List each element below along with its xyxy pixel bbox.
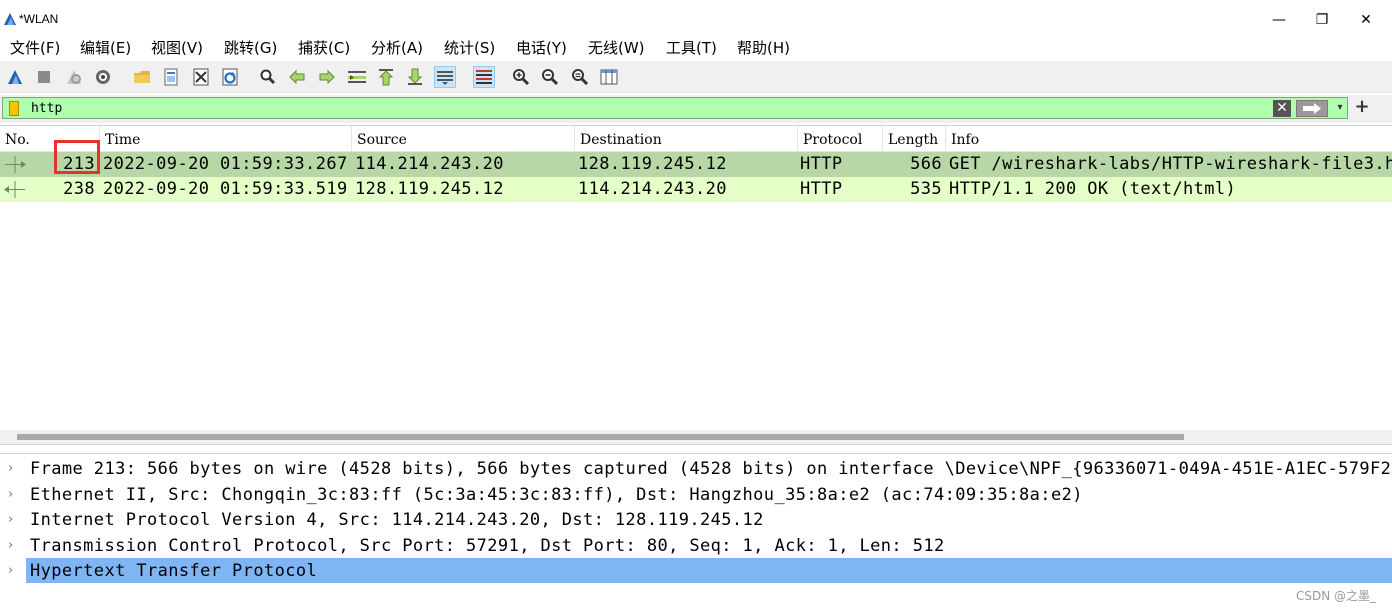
details-item-label: Frame 213: 566 bytes on wire (4528 bits)… xyxy=(30,459,1392,479)
autoscroll-icon[interactable] xyxy=(434,66,456,88)
start-capture-icon[interactable] xyxy=(4,66,26,88)
packet-info: HTTP/1.1 200 OK (text/html) xyxy=(949,179,1237,199)
filter-history-dropdown[interactable]: ▾ xyxy=(1333,102,1347,116)
packet-list-header: No. Time Source Destination Protocol Len… xyxy=(0,126,1392,152)
zoom-normal-icon[interactable] xyxy=(569,66,591,88)
packet-list-horizontal-scrollbar[interactable] xyxy=(0,430,1392,444)
expand-chevron-icon[interactable]: › xyxy=(8,533,13,558)
details-tree-item[interactable]: › Internet Protocol Version 4, Src: 114.… xyxy=(0,507,1392,532)
menu-wireless[interactable]: 无线(W) xyxy=(588,37,645,58)
close-file-icon[interactable] xyxy=(190,66,212,88)
save-file-icon[interactable] xyxy=(160,66,182,88)
display-filter-value: http xyxy=(31,101,63,116)
menu-capture[interactable]: 捕获(C) xyxy=(298,37,350,58)
scrollbar-thumb[interactable] xyxy=(17,434,1184,440)
packet-length: 566 xyxy=(910,154,942,174)
bookmark-icon[interactable] xyxy=(9,101,19,116)
details-tree-item[interactable]: › Transmission Control Protocol, Src Por… xyxy=(0,533,1392,558)
menu-view[interactable]: 视图(V) xyxy=(151,37,203,58)
stop-capture-icon[interactable] xyxy=(33,66,55,88)
packet-source: 128.119.245.12 xyxy=(355,179,504,199)
colorize-icon[interactable] xyxy=(473,66,495,88)
clear-filter-button[interactable]: ✕ xyxy=(1273,100,1291,117)
details-tree-item[interactable]: › Ethernet II, Src: Chongqin_3c:83:ff (5… xyxy=(0,482,1392,507)
go-back-icon[interactable] xyxy=(286,66,308,88)
packet-details-tree: › Frame 213: 566 bytes on wire (4528 bit… xyxy=(0,453,1392,612)
packet-row[interactable]: 238 2022-09-20 01:59:33.519 128.119.245.… xyxy=(0,177,1392,202)
arrow-right-icon xyxy=(1303,103,1321,114)
capture-options-icon[interactable] xyxy=(92,66,114,88)
details-item-label: Internet Protocol Version 4, Src: 114.21… xyxy=(30,510,764,530)
zoom-in-icon[interactable] xyxy=(510,66,532,88)
packet-length: 535 xyxy=(910,179,942,199)
maximize-button[interactable]: ❐ xyxy=(1312,10,1332,30)
go-first-icon[interactable] xyxy=(375,66,397,88)
restart-capture-icon[interactable] xyxy=(63,66,85,88)
menu-telephony[interactable]: 电话(Y) xyxy=(516,37,567,58)
packet-source: 114.214.243.20 xyxy=(355,154,504,174)
go-to-packet-icon[interactable] xyxy=(346,66,368,88)
details-item-label: Hypertext Transfer Protocol xyxy=(30,561,318,581)
menu-help[interactable]: 帮助(H) xyxy=(737,37,790,58)
packet-time: 2022-09-20 01:59:33.519 xyxy=(103,179,348,199)
go-last-icon[interactable] xyxy=(404,66,426,88)
menu-statistics[interactable]: 统计(S) xyxy=(444,37,495,58)
packet-row[interactable]: 213 2022-09-20 01:59:33.267 114.214.243.… xyxy=(0,152,1392,177)
menu-bar: 文件(F) 编辑(E) 视图(V) 跳转(G) 捕获(C) 分析(A) 统计(S… xyxy=(0,34,1392,58)
wireshark-logo-icon xyxy=(4,13,16,25)
column-header-length[interactable]: Length xyxy=(882,126,945,152)
zoom-out-icon[interactable] xyxy=(539,66,561,88)
column-header-protocol[interactable]: Protocol xyxy=(797,126,882,152)
display-filter-input[interactable]: http ✕ ▾ xyxy=(2,97,1348,119)
packet-protocol: HTTP xyxy=(800,154,843,174)
minimize-button[interactable]: — xyxy=(1269,10,1289,30)
window-title: *WLAN xyxy=(19,12,59,26)
menu-analyze[interactable]: 分析(A) xyxy=(371,37,423,58)
column-header-destination[interactable]: Destination xyxy=(574,126,797,152)
menu-edit[interactable]: 编辑(E) xyxy=(80,37,131,58)
annotation-highlight-box xyxy=(54,140,100,174)
details-tree-item[interactable]: › Frame 213: 566 bytes on wire (4528 bit… xyxy=(0,456,1392,481)
packet-info: GET /wireshark-labs/HTTP-wireshark-file3… xyxy=(949,154,1392,174)
details-tree-item-selected[interactable]: Hypertext Transfer Protocol xyxy=(26,558,1392,583)
reload-file-icon[interactable] xyxy=(219,66,241,88)
go-forward-icon[interactable] xyxy=(316,66,338,88)
packet-time: 2022-09-20 01:59:33.267 xyxy=(103,154,348,174)
expand-chevron-icon[interactable]: › xyxy=(8,482,13,507)
packet-no: 238 xyxy=(63,179,95,199)
menu-file[interactable]: 文件(F) xyxy=(10,37,60,58)
watermark: CSDN @之墨_ xyxy=(1295,589,1376,603)
packet-list: No. Time Source Destination Protocol Len… xyxy=(0,125,1392,445)
title-bar: *WLAN — ❐ ✕ xyxy=(0,0,1392,34)
details-item-label: Transmission Control Protocol, Src Port:… xyxy=(30,536,945,556)
column-header-source[interactable]: Source xyxy=(351,126,574,152)
resize-columns-icon[interactable] xyxy=(598,66,620,88)
expand-chevron-icon[interactable]: › xyxy=(8,507,13,532)
packet-destination: 114.214.243.20 xyxy=(578,179,727,199)
add-filter-button[interactable]: + xyxy=(1353,97,1371,117)
expand-chevron-icon[interactable]: › xyxy=(8,456,13,481)
column-header-time[interactable]: Time xyxy=(99,126,351,152)
menu-tools[interactable]: 工具(T) xyxy=(666,37,717,58)
request-arrow-icon xyxy=(5,156,26,173)
open-file-icon[interactable] xyxy=(131,66,153,88)
packet-protocol: HTTP xyxy=(800,179,843,199)
response-arrow-icon xyxy=(4,181,25,198)
column-header-info[interactable]: Info xyxy=(945,126,1392,152)
menu-go[interactable]: 跳转(G) xyxy=(224,37,277,58)
expand-chevron-icon[interactable]: › xyxy=(8,558,13,583)
packet-destination: 128.119.245.12 xyxy=(578,154,727,174)
details-item-label: Ethernet II, Src: Chongqin_3c:83:ff (5c:… xyxy=(30,485,1083,505)
apply-filter-button[interactable] xyxy=(1296,100,1328,117)
find-packet-icon[interactable] xyxy=(257,66,279,88)
display-filter-bar: http ✕ ▾ + xyxy=(0,95,1392,123)
main-toolbar xyxy=(0,61,1392,93)
close-button[interactable]: ✕ xyxy=(1356,10,1376,30)
